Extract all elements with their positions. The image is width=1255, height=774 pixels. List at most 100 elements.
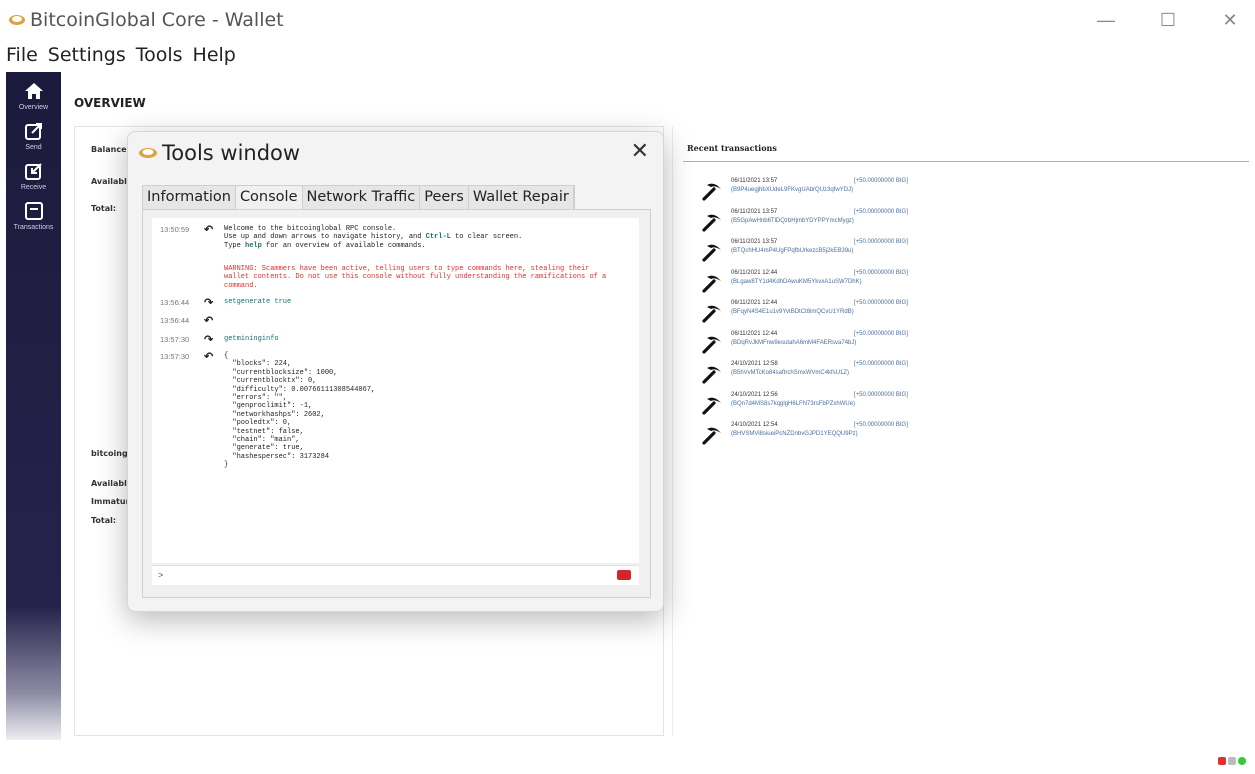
- transaction-address: (B9P4uegjhbXUdeL9FKvgUAbrQUz3qfwYDJ): [731, 187, 854, 193]
- send-icon: [24, 123, 42, 140]
- welcome-line-3c: for an overview of available commands.: [261, 241, 426, 250]
- mined-pickaxe-icon: [702, 183, 721, 201]
- transaction-row[interactable]: 06/11/2021 13:57 [+50.00000000 BIG] (B5GpA…: [701, 209, 961, 235]
- mined-pickaxe-icon: [702, 244, 721, 262]
- transaction-row[interactable]: 06/11/2021 13:57 [+50.00000000 BIG] (B9P4u…: [701, 178, 961, 204]
- transaction-address: (BTQchHU4mP4UgFPqfbUrkezcB5j2kEB39u): [731, 248, 854, 254]
- transaction-row[interactable]: 06/11/2021 12:44 [+50.00000000 BIG] (BLgaw…: [701, 270, 961, 296]
- menu-settings[interactable]: Settings: [46, 44, 128, 72]
- console-timestamp: 13:56:44: [160, 316, 190, 325]
- transaction-amount: [+50.00000000 BIG]: [854, 178, 908, 184]
- tools-window: Tools window ✕ Information Console Netwo…: [127, 131, 664, 612]
- transaction-row[interactable]: 24/10/2021 12:56 [+50.00000000 BIG] (BQn7d…: [701, 392, 961, 418]
- transaction-amount: [+50.00000000 BIG]: [854, 208, 908, 215]
- reply-arrow-icon: ↶: [204, 351, 214, 363]
- console-warning: WARNING: Scammers have been active, tell…: [224, 265, 607, 290]
- status-icons: [1218, 757, 1246, 765]
- minimize-button[interactable]: —: [1086, 6, 1126, 34]
- transaction-amount: [+50.00000000 BIG]: [854, 422, 908, 428]
- tab-peers[interactable]: Peers: [420, 186, 469, 210]
- transaction-date: 24/10/2021 12:56: [731, 391, 778, 398]
- transaction-address: (BDqRvJkMFnw9esutahA6mM4FAERsva74bJ): [731, 339, 857, 346]
- tab-network-traffic[interactable]: Network Traffic: [302, 186, 421, 210]
- mined-pickaxe-icon: [702, 275, 721, 293]
- transaction-date: 06/11/2021 13:57: [731, 178, 778, 184]
- console-reply: { "blocks": 224, "currentblocksize": 100…: [224, 352, 376, 470]
- transaction-date: 24/10/2021 12:54: [731, 422, 778, 428]
- close-button[interactable]: ✕: [1210, 6, 1250, 34]
- transaction-amount: [+50.00000000 BIG]: [854, 239, 908, 245]
- welcome-line-1: Welcome to the bitcoinglobal RPC console…: [224, 225, 397, 233]
- immature-label: Immatur: [91, 497, 130, 506]
- tools-window-title: Tools window: [162, 141, 301, 165]
- transaction-row[interactable]: 06/11/2021 12:44 [+50.00000000 BIG] (BFqyN…: [701, 300, 961, 326]
- transaction-address: (B5hVvMTcKo84saftrchSmxWVmC4kfsU1Z): [731, 370, 850, 376]
- nav-transactions[interactable]: Transactions: [6, 194, 61, 242]
- command-arrow-icon: ↷: [204, 297, 214, 309]
- welcome-line-2a: Use up and down arrows to navigate histo…: [224, 233, 426, 242]
- transaction-date: 06/11/2021 13:57: [731, 239, 778, 245]
- mined-pickaxe-icon: [702, 397, 721, 415]
- sync-icon: [1238, 757, 1246, 765]
- transaction-row[interactable]: 24/10/2021 12:54 [+50.00000000 BIG] (BHVSM…: [701, 422, 961, 448]
- console-output: 13:50:59 ↶ Welcome to the bitcoinglobal …: [152, 218, 639, 563]
- menu-bar: File Settings Tools Help: [4, 44, 238, 72]
- transactions-icon: [24, 202, 43, 220]
- nav-transactions-label: Transactions: [13, 224, 54, 231]
- tab-console[interactable]: Console: [235, 186, 303, 210]
- welcome-line-2b: Ctrl-L: [425, 233, 451, 242]
- transaction-amount: [+50.00000000 BIG]: [854, 361, 908, 367]
- menu-help[interactable]: Help: [191, 44, 238, 72]
- sidebar: Overview Send Receive Transactions: [6, 72, 61, 740]
- tools-tabs: Information Console Network Traffic Peer…: [142, 185, 575, 210]
- reply-arrow-icon: ↶: [204, 224, 214, 236]
- app-logo-icon: [139, 148, 157, 158]
- mined-pickaxe-icon: [702, 336, 721, 354]
- mined-pickaxe-icon: [702, 427, 721, 445]
- transaction-amount: [+50.00000000 BIG]: [854, 330, 908, 337]
- transaction-date: 06/11/2021 12:44: [731, 300, 778, 306]
- console-timestamp: 13:57:30: [160, 352, 190, 361]
- console-timestamp: 13:56:44: [160, 298, 190, 307]
- divider: [683, 161, 1249, 162]
- total2-label: Total:: [91, 516, 117, 525]
- menu-file[interactable]: File: [4, 44, 40, 72]
- menu-tools[interactable]: Tools: [134, 44, 185, 72]
- transaction-date: 06/11/2021 12:44: [731, 330, 778, 337]
- tab-wallet-repair[interactable]: Wallet Repair: [468, 186, 574, 210]
- welcome-line-3a: Type: [224, 241, 246, 250]
- console-command: setgenerate true: [224, 298, 292, 306]
- status-bar: [0, 742, 1255, 774]
- app-logo-icon: [9, 15, 25, 25]
- lock-icon: [1218, 757, 1226, 765]
- transaction-row[interactable]: 24/10/2021 12:58 [+50.00000000 BIG] (B5hVv…: [701, 361, 961, 387]
- receive-icon: [24, 163, 42, 180]
- transaction-amount: [+50.00000000 BIG]: [854, 269, 908, 276]
- tab-information[interactable]: Information: [143, 186, 236, 210]
- transaction-row[interactable]: 06/11/2021 13:57 [+50.00000000 BIG] (BTQch…: [701, 239, 961, 265]
- mined-pickaxe-icon: [702, 305, 721, 323]
- clear-console-button[interactable]: [617, 570, 631, 580]
- console-prompt: >: [158, 571, 164, 581]
- page-title: OVERVIEW: [74, 96, 146, 110]
- nav-receive-label: Receive: [20, 184, 47, 191]
- balances-label: Balance: [91, 145, 127, 154]
- console-timestamp: 13:50:59: [160, 225, 190, 234]
- recent-transactions-panel: Recent transactions 06/11/2021 13:57 [+50…: [672, 126, 1255, 736]
- mined-pickaxe-icon: [702, 214, 721, 232]
- maximize-button[interactable]: ☐: [1148, 6, 1188, 34]
- title-bar: BitcoinGlobal Core - Wallet — ☐ ✕: [0, 0, 1255, 40]
- transaction-row[interactable]: 06/11/2021 12:44 [+50.00000000 BIG] (BDqRv…: [701, 331, 961, 357]
- mined-pickaxe-icon: [702, 366, 721, 384]
- console-input[interactable]: >: [152, 565, 639, 585]
- nav-send-label: Send: [25, 144, 42, 151]
- welcome-line-2c: to clear screen.: [450, 233, 523, 242]
- console-welcome-text: Welcome to the bitcoinglobal RPC console…: [224, 225, 522, 250]
- reply-arrow-icon: ↶: [204, 315, 214, 327]
- transaction-amount: [+50.00000000 BIG]: [854, 391, 908, 398]
- transaction-amount: [+50.00000000 BIG]: [854, 300, 908, 306]
- tools-close-button[interactable]: ✕: [631, 138, 649, 164]
- home-icon: [24, 83, 43, 99]
- transaction-address: (BHVSMVi8siueiPcNZDnbvGJPD1YEQQU9Pz): [731, 431, 858, 437]
- transaction-address: (BQn7d4MS8s7kqglgH6LFN73rsFbPZxhWUe): [731, 400, 856, 407]
